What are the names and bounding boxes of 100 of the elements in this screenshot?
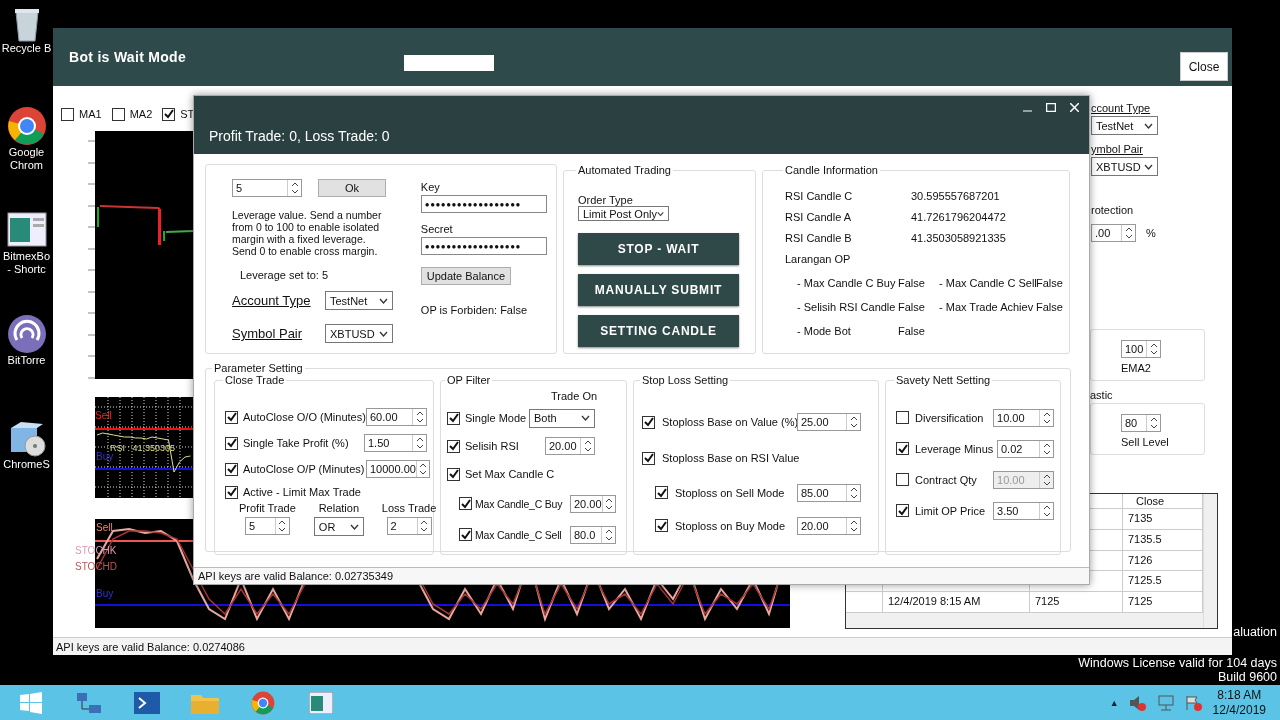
vertical-scrollbar[interactable] [1203,494,1217,628]
label: MA1 [79,108,102,120]
label: Key [420,181,441,193]
dropdown[interactable]: XBTUSD [1091,157,1158,176]
spin-field[interactable]: .00 [1091,224,1136,242]
spin-field[interactable]: 85.00 [797,483,861,502]
checkbox[interactable] [655,486,668,499]
spin-arrows-icon[interactable] [846,517,860,534]
desktop-icon-label[interactable]: BitmexBo - Shortc [0,250,53,276]
spin-field[interactable]: 25.00 [797,413,861,431]
checkbox[interactable] [459,497,472,510]
spin-arrows-icon[interactable] [1039,502,1053,519]
network-icon[interactable] [1156,694,1175,711]
spin-field[interactable]: 10000.00 [366,460,430,478]
checkbox[interactable] [896,504,909,517]
dropdown[interactable]: TestNet [325,291,393,310]
checkbox[interactable] [447,439,460,453]
title-field[interactable] [404,55,494,71]
label: EMA2 [1121,362,1152,374]
checkbox[interactable] [447,411,460,425]
spin-field[interactable]: 5 [244,517,290,535]
account-type-link[interactable]: Account Type [232,293,319,308]
checkbox[interactable] [655,519,668,532]
symbol-pair-link[interactable]: Symbol Pair [232,326,319,341]
spin-arrows-icon[interactable] [287,180,301,196]
spin-field[interactable]: 3.50 [993,501,1054,520]
checkbox[interactable] [225,410,238,424]
action-button[interactable]: SETTING CANDLE [578,315,739,347]
checkbox[interactable] [111,107,125,121]
spin-field[interactable]: 80.0 [570,525,616,544]
spin-arrows-icon[interactable] [412,409,426,425]
desktop-icon-label[interactable]: ChromeS [0,458,53,471]
checkbox[interactable] [642,415,655,429]
checkbox[interactable] [225,485,238,499]
spin-field[interactable]: 80 [1121,414,1161,432]
desktop-icon-label[interactable]: Recycle B [0,42,53,55]
checkbox[interactable] [459,528,472,541]
action-button[interactable]: STOP - WAIT [578,233,739,265]
label: - Mode Bot [797,325,852,337]
dropdown[interactable]: OR [313,517,364,536]
spin-field[interactable]: 5 [232,179,302,197]
spin-field[interactable]: 20.00 [570,494,616,513]
spin-field[interactable]: 20.00 [545,437,595,455]
ok-button[interactable]: Ok [318,179,386,197]
label: % [1146,227,1156,239]
spin-arrows-icon[interactable] [1121,225,1135,241]
window-thumbnail-icon[interactable] [6,210,47,250]
spin-arrows-icon[interactable] [412,435,426,451]
dropdown[interactable]: Limit Post Only [578,206,669,221]
spin-arrows-icon[interactable] [846,484,860,501]
help-text: Leverage value. Send a number from 0 to 100 to enable isolated margin with a fixed leverage. Send 0 to enable cross margin. [232,209,383,257]
dropdown[interactable]: TestNet [1091,116,1158,135]
secret-field[interactable]: ●●●●●●●●●●●●●●●●●● [420,237,547,255]
label: Secret [420,223,453,235]
label: Stoploss Base on RSI Value [662,452,800,464]
checkbox[interactable] [162,107,176,121]
spin-field[interactable]: 1.50 [364,434,427,452]
dropdown[interactable]: Both [529,408,595,428]
spin-arrows-icon[interactable] [1039,440,1053,457]
key-field[interactable]: ●●●●●●●●●●●●●●●●●● [420,195,547,213]
desktop-icon-label[interactable]: Google Chrom [0,146,53,172]
update-balance-button[interactable]: Update Balance [420,267,511,285]
spin-arrows-icon[interactable] [1146,415,1160,431]
spin-field[interactable]: 20.00 [797,516,861,535]
action-button[interactable]: MANUALLY SUBMIT [578,274,739,306]
dropdown[interactable]: XBTUSD [325,324,393,343]
checkbox[interactable] [642,451,655,465]
clock[interactable]: 8:18 AM 12/4/2019 [1212,687,1266,718]
horizontal-scrollbar[interactable] [846,613,1203,628]
spin-field[interactable]: 2 [386,517,432,535]
spin-arrows-icon[interactable] [1039,409,1053,426]
close-button[interactable]: Close [1180,52,1228,81]
spin-field[interactable]: 60.00 [366,408,427,426]
maximize-icon[interactable] [1046,102,1056,112]
checkbox[interactable] [896,442,909,455]
checkbox[interactable] [896,411,909,424]
desktop-icon-label[interactable]: BitTorre [0,354,53,367]
spin-arrows-icon[interactable] [846,414,860,430]
spin-field[interactable]: 10.00 [993,408,1054,427]
tray-arrow[interactable]: ▲ [1109,697,1119,708]
spin-field[interactable]: 100 [1121,340,1161,358]
close-icon[interactable] [1070,102,1079,112]
spin-arrows-icon[interactable] [1146,341,1160,357]
speaker-icon[interactable] [1128,694,1147,711]
label: Max Candle_C Sell [475,528,562,541]
spin-arrows-icon[interactable] [601,495,615,512]
spin-arrows-icon[interactable] [580,438,594,454]
flag-icon[interactable] [1184,694,1203,711]
spin-arrows-icon[interactable] [415,461,429,477]
checkbox[interactable] [225,436,238,450]
label: Trade On [551,390,598,402]
swirl-icon[interactable] [6,314,47,354]
spin-arrows-icon[interactable] [601,526,615,543]
spin-field[interactable]: 0.02 [997,439,1054,458]
value-text: False [898,301,926,313]
checkbox[interactable] [447,467,460,481]
round-logo-icon[interactable] [6,106,47,146]
caret-icon [349,523,359,530]
checkbox[interactable] [225,462,238,476]
checkbox[interactable] [61,107,74,121]
